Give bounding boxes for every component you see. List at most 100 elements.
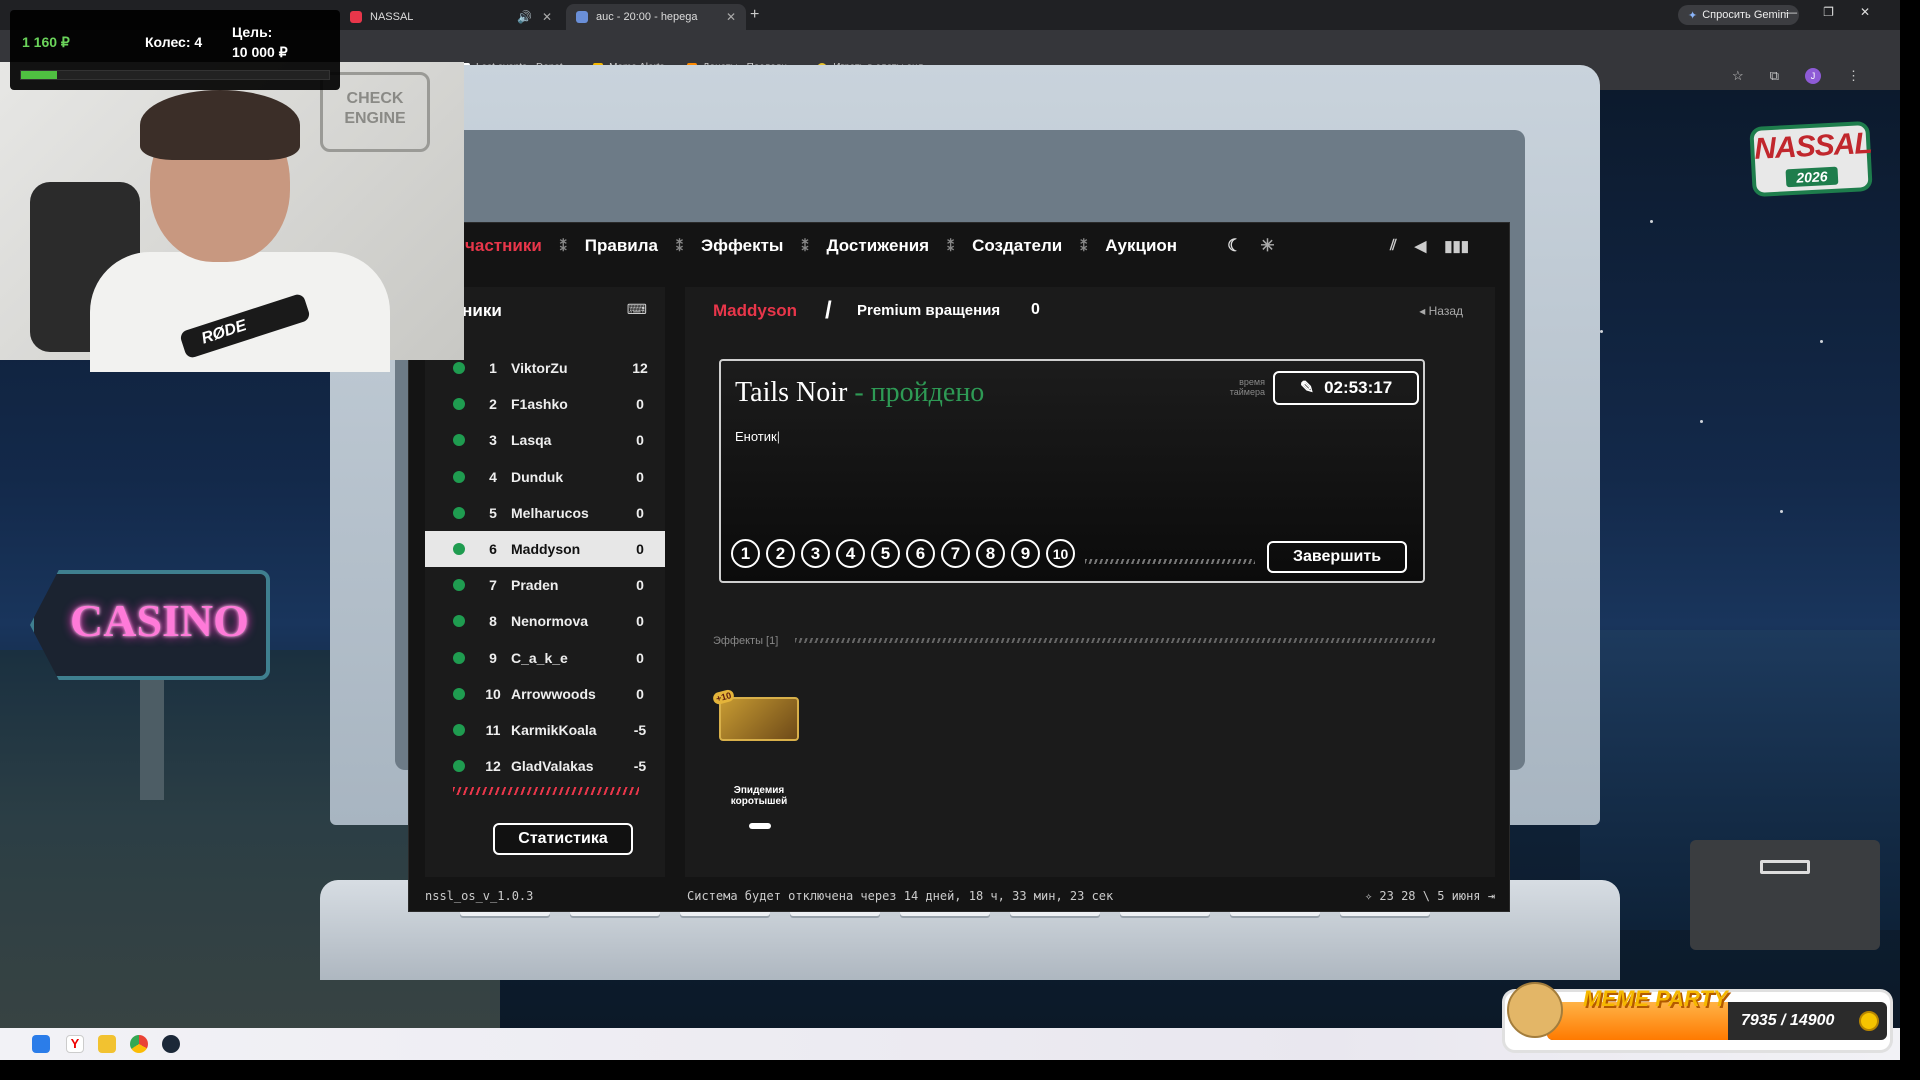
logo-name: NASSAL — [1753, 126, 1873, 166]
participant-score: 12 — [632, 360, 648, 377]
restore-icon[interactable]: ❐ — [1823, 5, 1834, 19]
comment-text: Енотик — [735, 429, 777, 444]
nav-auction[interactable]: Аукцион — [1087, 236, 1195, 256]
participant-rank: 9 — [489, 649, 497, 666]
status-dot-icon — [453, 579, 465, 592]
windows-start-icon[interactable] — [32, 1035, 50, 1053]
nav-effects[interactable]: Эффекты — [683, 236, 801, 256]
status-dot-icon — [453, 470, 465, 483]
participant-row[interactable]: 6 Maddyson 0 — [425, 530, 665, 568]
participant-score: 0 — [636, 577, 644, 594]
participant-row[interactable]: 12 GladValakas -5 — [425, 748, 665, 784]
timer-button[interactable]: ✎ 02:53:17 — [1273, 371, 1419, 405]
stripes-icon[interactable]: ⫽ — [1390, 237, 1397, 255]
participant-row[interactable]: 7 Praden 0 — [425, 567, 665, 603]
rating-button[interactable]: 1 — [731, 539, 760, 568]
status-bar: nssl_os_v_1.0.3 Система будет отключена … — [425, 885, 1495, 907]
close-window-icon[interactable]: ✕ — [1860, 5, 1870, 19]
yandex-browser-icon[interactable]: Y — [66, 1035, 84, 1053]
steam-icon[interactable] — [162, 1035, 180, 1053]
sun-icon[interactable]: ✳ — [1260, 236, 1274, 256]
status-dot-icon — [453, 687, 465, 700]
back-button[interactable]: ◂ Назад — [1419, 304, 1463, 318]
tab-nassal[interactable]: NASSAL 🔊 ✕ — [340, 4, 562, 30]
participant-row[interactable]: 5 Melharucos 0 — [425, 495, 665, 531]
back-arrow-icon: ◂ — [1419, 304, 1429, 318]
gemini-icon: ✦ — [1688, 9, 1698, 22]
moon-icon[interactable]: ☾ — [1227, 236, 1242, 256]
participant-row[interactable]: 9 C_a_k_e 0 — [425, 640, 665, 676]
participant-name: KarmikKoala — [511, 721, 597, 738]
participant-name: GladValakas — [511, 758, 594, 775]
rating-button[interactable]: 8 — [976, 539, 1005, 568]
rating-button[interactable]: 7 — [941, 539, 970, 568]
logo-year: 2026 — [1785, 166, 1839, 188]
tab-close-icon[interactable]: ✕ — [542, 10, 552, 24]
participant-name: F1ashko — [511, 396, 568, 413]
finish-button[interactable]: Завершить — [1267, 541, 1407, 573]
nav-separator-icon: ⁑ — [801, 237, 809, 254]
menu-dots-icon[interactable]: ⋮ — [1847, 68, 1860, 84]
effect-toggle[interactable] — [749, 823, 771, 829]
participant-row[interactable]: 3 Lasqa 0 — [425, 422, 665, 458]
rating-button[interactable]: 5 — [871, 539, 900, 568]
sign-pole — [140, 660, 164, 800]
participant-row[interactable]: 10 Arrowwoods 0 — [425, 676, 665, 712]
casino-sign: CASINO — [30, 530, 270, 800]
effect-name: Эпидемия коротышей — [730, 785, 788, 807]
participant-row[interactable]: 8 Nenormova 0 — [425, 603, 665, 639]
status-date: ✧ 23 28 \ 5 июня ⇥ — [1365, 889, 1495, 903]
bookmark-star-icon[interactable]: ☆ — [1732, 68, 1744, 84]
profile-avatar[interactable]: J — [1805, 68, 1821, 84]
timer-value: 02:53:17 — [1324, 378, 1393, 397]
status-dot-icon — [453, 434, 465, 447]
rating-button[interactable]: 9 — [1011, 539, 1040, 568]
rating-button[interactable]: 4 — [836, 539, 865, 568]
extensions-icon[interactable]: ⧉ — [1770, 68, 1779, 84]
webcam-overlay: CHECK ENGINE RØDE — [0, 62, 464, 372]
keyboard-icon[interactable]: ⌨ — [627, 301, 647, 318]
nassal-logo: NASSAL 2026 — [1753, 125, 1873, 193]
comment-input[interactable]: Енотик| — [735, 429, 780, 444]
tab-close-icon[interactable]: ✕ — [726, 10, 736, 24]
ask-gemini-button[interactable]: ✦ Спросить Gemini — [1678, 5, 1799, 25]
speaker-icon: 🔊 — [516, 10, 532, 24]
effect-card[interactable]: +10 — [711, 688, 799, 741]
participant-row[interactable]: 2 F1ashko 0 — [425, 386, 665, 422]
participant-row[interactable]: 4 Dunduk 0 — [425, 459, 665, 495]
participant-score: 0 — [636, 685, 644, 702]
main-nav: частники ⁑ Правила ⁑ Эффекты ⁑ Достижени… — [409, 223, 1509, 269]
tab-auc[interactable]: auc - 20:00 - hepega ✕ — [566, 4, 746, 30]
participant-name: C_a_k_e — [511, 649, 568, 666]
game-status: - пройдено — [854, 377, 985, 408]
donation-progress-bar — [20, 70, 330, 80]
volume-icon[interactable]: ◀ — [1415, 237, 1427, 255]
rating-button[interactable]: 3 — [801, 539, 830, 568]
nav-rules[interactable]: Правила — [567, 236, 676, 256]
window-controls: — ❐ ✕ — [1785, 5, 1870, 19]
timer-label-line1: время — [1239, 377, 1265, 387]
minimize-icon[interactable]: — — [1785, 5, 1797, 19]
participant-name: Lasqa — [511, 432, 552, 449]
goal-label: Цель: — [232, 24, 273, 40]
participant-row[interactable]: 11 KarmikKoala -5 — [425, 712, 665, 748]
rating-button[interactable]: 6 — [906, 539, 935, 568]
premium-count: 0 — [1031, 301, 1040, 318]
gemini-label: Спросить Gemini — [1702, 9, 1789, 21]
rating-button[interactable]: 2 — [766, 539, 795, 568]
chrome-icon[interactable] — [130, 1035, 148, 1053]
new-tab-icon[interactable]: + — [750, 6, 759, 24]
volume-level-icon[interactable]: ▮▮▮ — [1444, 237, 1469, 255]
slash-divider: / — [825, 297, 832, 324]
nav-achievements[interactable]: Достижения — [808, 236, 947, 256]
back-label: Назад — [1428, 304, 1463, 318]
nav-creators[interactable]: Создатели — [954, 236, 1080, 256]
selected-user: Maddyson — [713, 301, 798, 320]
statistics-button[interactable]: Статистика — [493, 823, 633, 855]
logout-icon[interactable]: ⇥ — [1481, 889, 1495, 903]
rating-button[interactable]: 10 — [1046, 539, 1075, 568]
effects-label: Эффекты [1] — [713, 635, 779, 647]
hepega-favicon-icon — [576, 11, 588, 23]
file-explorer-icon[interactable] — [98, 1035, 116, 1053]
meme-party-title: MEME PARTY — [1583, 986, 1728, 1011]
